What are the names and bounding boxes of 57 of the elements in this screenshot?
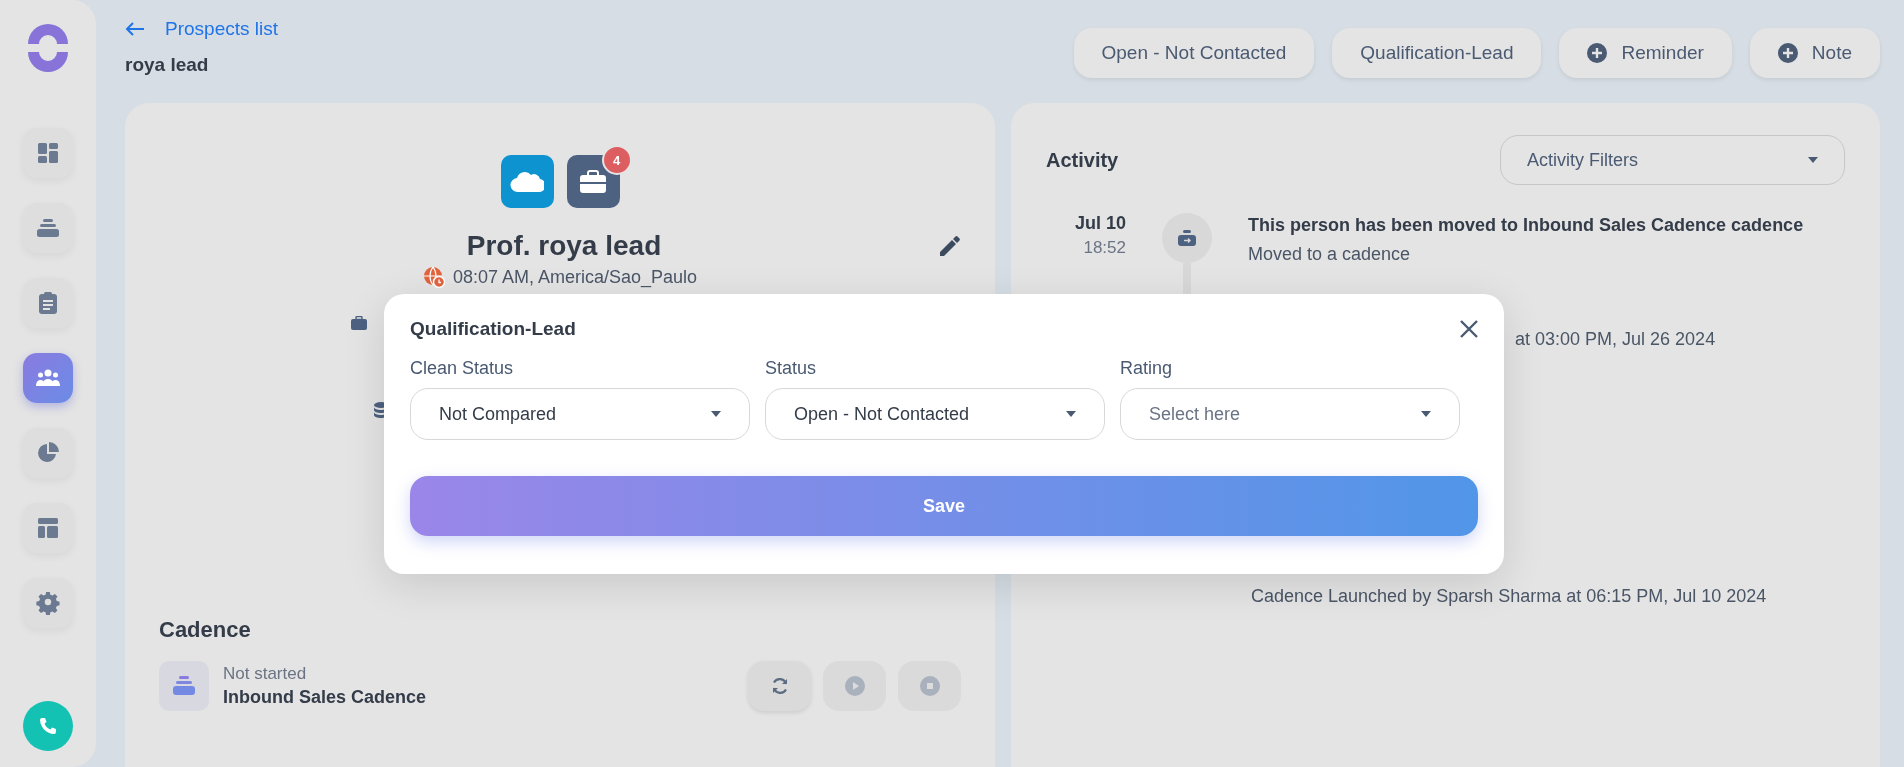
- plus-circle-icon: [1777, 43, 1798, 63]
- action-button[interactable]: Qualification-Lead: [1332, 28, 1542, 78]
- activity-subtitle: Moved to a cadence: [1248, 244, 1412, 265]
- section-heading: Cadence: [159, 617, 252, 643]
- close-button[interactable]: [1460, 320, 1478, 338]
- local-time: 08:07 AM, America/Sao_Paulo: [452, 266, 698, 288]
- select-field[interactable]: Select here: [1120, 388, 1460, 440]
- caret-icon: [711, 411, 721, 417]
- call-button[interactable]: [23, 701, 73, 751]
- stack-icon: [36, 218, 60, 238]
- dashboard-icon: [37, 142, 59, 164]
- back-link[interactable]: Prospects list: [125, 18, 278, 40]
- action-button[interactable]: Open - Not Contacted: [1073, 28, 1315, 78]
- pie-chart-icon: [37, 442, 59, 464]
- activity-text: at 03:00 PM, Jul 26 2024: [1515, 329, 1716, 349]
- cadence-name: Inbound Sales Cadence: [223, 687, 427, 708]
- section-heading: Activity: [1046, 148, 1119, 172]
- briefcase-icon: [351, 316, 367, 330]
- caret-icon: [1808, 157, 1818, 163]
- stop-icon: [919, 676, 940, 696]
- activity-filter-dropdown[interactable]: Activity Filters: [1500, 135, 1845, 185]
- stack-icon: [159, 661, 209, 711]
- layout-icon: [37, 517, 59, 539]
- field-label: Status: [765, 358, 818, 379]
- field-label: Rating: [1120, 358, 1174, 379]
- phone-icon: [39, 717, 57, 735]
- action-button[interactable]: Reminder: [1559, 28, 1732, 78]
- arrow-left-icon: [125, 22, 145, 36]
- activity-title: This person has been moved to Inbound Sales Cadence cadence: [1248, 215, 1804, 236]
- dialog-title: Qualification-Lead: [410, 318, 576, 340]
- play-icon: [844, 676, 865, 696]
- prospect-name: Prof. roya lead: [465, 230, 663, 262]
- action-button[interactable]: Note: [1749, 28, 1880, 78]
- count-badge: 4: [601, 145, 632, 175]
- plus-circle-icon: [1587, 43, 1608, 63]
- cloud-icon: [510, 169, 544, 194]
- cadence-control-button[interactable]: [748, 661, 811, 711]
- sidebar-item[interactable]: [23, 353, 73, 403]
- stack-icon: [1162, 213, 1212, 263]
- select-field[interactable]: Open - Not Contacted: [765, 388, 1105, 440]
- activity-date: Jul 10: [1073, 213, 1126, 234]
- activity-text: Cadence Launched by Sparsh Sharma at 06:15 PM, Jul 10 2024: [1251, 586, 1767, 606]
- save-button[interactable]: Save: [410, 476, 1478, 536]
- people-icon: [36, 368, 60, 388]
- briefcase-icon: [579, 169, 607, 194]
- clipboard-icon: [38, 291, 58, 315]
- settings-icon: [36, 591, 60, 615]
- edit-icon[interactable]: [939, 235, 961, 257]
- activity-time: 18:52: [1082, 238, 1126, 258]
- cadence-status: Not started: [223, 664, 308, 684]
- field-label: Clean Status: [410, 358, 515, 379]
- caret-icon: [1066, 411, 1076, 417]
- globe-clock-icon: [422, 266, 445, 288]
- close-icon: [1460, 320, 1478, 338]
- page-title: roya lead: [125, 54, 210, 76]
- caret-icon: [1421, 411, 1431, 417]
- select-field[interactable]: Not Compared: [410, 388, 750, 440]
